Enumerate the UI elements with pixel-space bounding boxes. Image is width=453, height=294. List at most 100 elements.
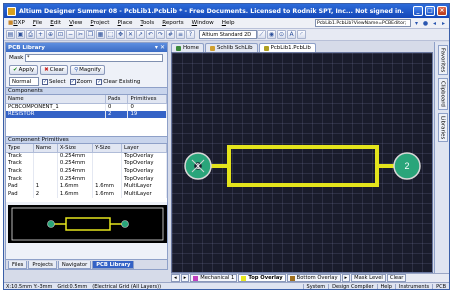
zoom-checkbox[interactable]: ✓ Zoom [69,78,92,85]
table-row[interactable]: Track 0.254mm TopOverlay [6,159,167,168]
undo-icon[interactable]: ↶ [146,30,155,39]
dropdown-arrow-icon[interactable]: ▾ [413,20,420,27]
layer-tab-bottom-overlay[interactable]: Bottom Overlay [286,274,341,282]
menu-place[interactable]: Place [114,20,137,26]
view-mode-select[interactable]: Altium Standard 2D [199,30,257,39]
col-header-ysize[interactable]: Y-Size [92,144,123,153]
table-row[interactable]: PCBCOMPONENT_1 0 0 [6,103,167,111]
col-header-pads[interactable]: Pads [105,95,129,104]
menu-edit[interactable]: Edit [46,20,65,26]
print-icon[interactable]: ⎙ [26,30,35,39]
mode-select[interactable]: Normal [9,77,39,86]
forward-icon[interactable]: ▸ [440,20,447,27]
maximize-button[interactable]: □ [425,6,435,16]
apply-button[interactable]: ✔ Apply [9,64,39,75]
mask-level-button[interactable]: Mask Level [351,274,386,282]
copy-icon[interactable]: ❐ [86,30,95,39]
zoom-out-icon[interactable]: − [66,30,75,39]
pcb-canvas[interactable]: 1 2 [171,52,433,273]
panel-button-system[interactable]: System [302,284,329,289]
tab-clipboard[interactable]: Clipboard [437,78,448,111]
layer-tab-top-overlay[interactable]: Top Overlay [238,274,286,282]
pad-2[interactable]: 2 [393,152,421,180]
table-row[interactable]: Track 0.254mm TopOverlay [6,167,167,175]
layer-more[interactable]: ▸ [341,274,351,282]
menu-view[interactable]: View [65,20,86,26]
table-row-selected[interactable]: RESISTOR 2 19 [6,110,167,119]
col-header-xsize[interactable]: X-Size [57,144,94,153]
doc-tab-home[interactable]: Home [171,43,204,52]
paste-icon[interactable]: ▦ [96,30,105,39]
menu-help[interactable]: Help [218,20,239,26]
cut-icon[interactable]: ✂ [76,30,85,39]
select-area-icon[interactable]: ⬚ [106,30,115,39]
table-row[interactable]: Pad 2 1.6mm 1.6mm MultiLayer [6,189,167,198]
preview-pad-1 [47,220,55,228]
footprint-preview[interactable] [8,205,167,243]
menu-file[interactable]: File [29,20,46,26]
tab-libraries[interactable]: Libraries [437,113,448,143]
table-row[interactable]: Track 0.254mm TopOverlay [6,152,167,160]
pad-icon[interactable]: ◉ [267,30,276,39]
panel-button-pcb[interactable]: PCB [432,284,449,289]
component-prims: 19 [127,110,167,119]
prim-ysize [92,174,123,183]
panel-button-instruments[interactable]: Instruments [394,284,432,289]
back-icon[interactable]: ◂ [431,20,438,27]
tab-projects[interactable]: Projects [28,260,57,269]
tab-files[interactable]: Files [8,260,28,269]
open-icon[interactable]: ▤ [6,30,15,39]
doc-tab-pcblib[interactable]: PcbLib1.PcbLib [258,43,316,52]
pad-1[interactable]: 1 [184,152,212,180]
select-checkbox[interactable]: ✓ Select [42,78,66,85]
col-header-name[interactable]: Name [6,95,106,104]
menu-window[interactable]: Window [188,20,218,26]
table-row[interactable]: Track 0.254mm TopOverlay [6,174,167,183]
menu-tools[interactable]: Tools [136,20,158,26]
layer-nav-right[interactable]: ▸ [180,274,190,282]
redo-icon[interactable]: ↷ [156,30,165,39]
zoom-area-icon[interactable]: ⊡ [56,30,65,39]
magnify-button[interactable]: ⚲ Magnify [70,64,105,75]
via-icon[interactable]: ⊙ [277,30,286,39]
tab-navigator[interactable]: Navigator [57,260,92,269]
grid-icon[interactable]: # [166,30,175,39]
go-icon[interactable]: ● [422,20,429,27]
col-header-layer[interactable]: Layer [121,144,167,153]
document-path-input[interactable]: PcbLib1.PcbLib?ViewName=PCBEditor; [315,19,411,27]
clear-existing-checkbox[interactable]: ✓ Clear Existing [96,78,140,85]
magnify-label: Magnify [79,66,101,73]
table-row[interactable]: Pad 1 1.6mm 1.6mm MultiLayer [6,182,167,190]
panel-button-design-compiler[interactable]: Design Compiler [328,284,376,289]
layer-tab-mechanical-1[interactable]: Mechanical 1 [190,274,238,282]
clear-mask-button[interactable]: Clear [386,274,407,282]
menu-project[interactable]: Project [86,20,113,26]
tab-pcb-library[interactable]: PCB Library [92,260,135,269]
panel-pin-icon[interactable]: ▾ ✕ [155,44,165,51]
col-header-primitives[interactable]: Primitives [127,95,167,104]
deselect-icon[interactable]: ✕ [126,30,135,39]
col-header-name[interactable]: Name [33,144,58,153]
rules-icon[interactable]: ≡ [176,30,185,39]
move-icon[interactable]: ✥ [116,30,125,39]
zoom-fit-icon[interactable]: ⊕ [46,30,55,39]
arc-icon[interactable]: ◜ [297,30,306,39]
doc-tab-schlib[interactable]: Schlib SchLib [204,43,258,52]
components-section-title: Components [6,87,167,95]
tab-favorites[interactable]: Favorites [437,45,448,76]
save-icon[interactable]: ▣ [16,30,25,39]
route-icon[interactable]: ⟋ [257,30,266,39]
help-icon[interactable]: ? [186,30,195,39]
close-button[interactable]: × [437,6,447,16]
col-header-type[interactable]: Type [6,144,34,153]
layer-nav-left[interactable]: ◂ [171,274,180,282]
zoom-in-icon[interactable]: + [36,30,45,39]
clear-button[interactable]: ✖ Clear [40,64,69,75]
menu-dxp[interactable]: ■DXP [4,20,29,26]
mask-input[interactable]: * [25,53,163,62]
menu-reports[interactable]: Reports [158,20,187,26]
cross-probe-icon[interactable]: ↗ [136,30,145,39]
panel-button-help[interactable]: Help [376,284,395,289]
minimize-button[interactable]: _ [413,6,423,16]
string-icon[interactable]: A [287,30,296,39]
